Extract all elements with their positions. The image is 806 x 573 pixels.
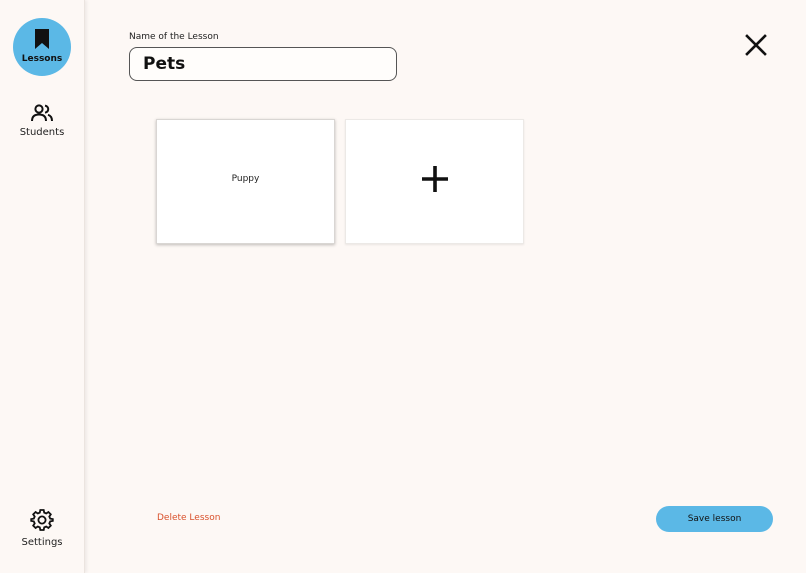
add-card-button[interactable] [345,119,524,244]
lesson-name-field[interactable] [129,47,397,81]
sidebar-item-label: Students [19,127,65,138]
lesson-name-label: Name of the Lesson [129,32,219,42]
sidebar-item-label: Settings [21,537,63,548]
sidebar: Lessons Students Settings [0,0,85,573]
close-button[interactable] [744,33,768,57]
save-lesson-button[interactable]: Save lesson [656,506,773,532]
close-icon [744,34,768,61]
sidebar-item-students[interactable]: Students [0,104,84,138]
sidebar-item-settings[interactable]: Settings [0,508,84,548]
gear-icon [30,509,54,535]
lesson-editor-screen: Lessons Students Settings Name of the Le… [0,0,806,573]
sidebar-item-label: Lessons [21,54,63,64]
sidebar-item-lessons[interactable]: Lessons [13,18,71,76]
bookmark-icon [33,28,51,53]
flashcard-puppy[interactable]: Puppy [156,119,335,244]
card-label: Puppy [231,174,260,184]
people-icon [30,104,54,125]
delete-lesson-link[interactable]: Delete Lesson [157,513,220,523]
plus-icon [421,165,449,197]
